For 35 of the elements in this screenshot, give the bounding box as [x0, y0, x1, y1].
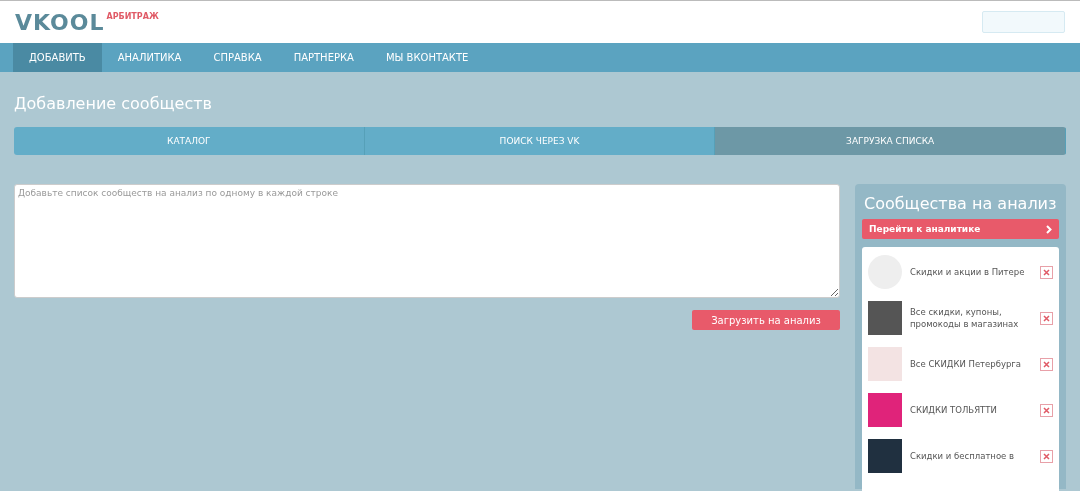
community-name[interactable]: Все скидки, купоны, промокоды в магазинах: [910, 306, 1032, 330]
close-icon: [1043, 314, 1050, 322]
nav-item[interactable]: АНАЛИТИКА: [101, 43, 198, 72]
community-avatar: [868, 393, 902, 427]
community-name[interactable]: Все СКИДКИ Петербурга: [910, 358, 1032, 370]
chevron-right-icon: [1046, 224, 1052, 234]
community-name[interactable]: Скидки и акции в Питере: [910, 266, 1032, 278]
close-icon: [1043, 406, 1050, 414]
submit-button[interactable]: Загрузить на анализ: [692, 310, 840, 330]
remove-button[interactable]: [1040, 311, 1053, 325]
sidebar-title: Сообщества на анализ: [864, 194, 1057, 213]
logo-tagline: АРБИТРАЖ: [106, 11, 159, 21]
remove-button[interactable]: [1040, 403, 1053, 417]
close-icon: [1043, 268, 1050, 276]
tab[interactable]: ЗАГРУЗКА СПИСКА: [715, 127, 1066, 155]
close-icon: [1043, 452, 1050, 460]
community-avatar: [868, 301, 902, 335]
community-avatar: [868, 347, 902, 381]
close-icon: [1043, 360, 1050, 368]
analytics-button[interactable]: Перейти к аналитике: [862, 219, 1059, 239]
community-name[interactable]: СКИДКИ ТОЛЬЯТТИ: [910, 404, 1032, 416]
page-title: Добавление сообществ: [14, 94, 213, 113]
nav-item[interactable]: СПРАВКА: [197, 43, 278, 72]
remove-button[interactable]: [1040, 265, 1053, 279]
remove-button[interactable]: [1040, 449, 1053, 463]
tab[interactable]: КАТАЛОГ: [14, 127, 365, 155]
nav-item[interactable]: МЫ ВКОНТАКТЕ: [369, 43, 485, 72]
nav-item[interactable]: ДОБАВИТЬ: [13, 43, 102, 72]
tab[interactable]: ПОИСК ЧЕРЕЗ VK: [364, 127, 716, 155]
list-input-field[interactable]: Добавьте список сообществ на анализ по одному в каждой строке: [14, 184, 840, 298]
remove-button[interactable]: [1040, 357, 1053, 371]
nav-item[interactable]: ПАРТНЕРКА: [277, 43, 370, 72]
community-name[interactable]: Скидки и бесплатное в: [910, 450, 1032, 462]
community-avatar: [868, 439, 902, 473]
logo-wordmark[interactable]: VKOOL: [15, 9, 105, 35]
